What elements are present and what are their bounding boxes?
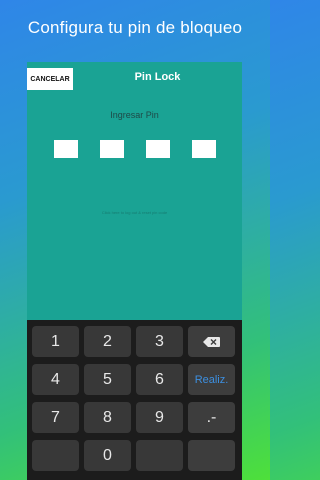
- key-blank-right[interactable]: [136, 440, 183, 471]
- reset-pin-link[interactable]: Click here to log out & reset pin code: [27, 210, 242, 215]
- top-bar: CANCELAR Pin Lock: [27, 62, 242, 92]
- pin-lock-screen: CANCELAR Pin Lock Ingresar Pin Click her…: [27, 62, 242, 480]
- pin-digit-box-4: [192, 140, 216, 158]
- pin-digit-box-2: [100, 140, 124, 158]
- key-9[interactable]: 9: [136, 402, 183, 433]
- pin-prompt: Ingresar Pin: [110, 110, 159, 120]
- cancel-button[interactable]: CANCELAR: [27, 68, 73, 90]
- pin-digit-box-1: [54, 140, 78, 158]
- pin-digit-box-3: [146, 140, 170, 158]
- promo-heading: Configura tu pin de bloqueo: [27, 18, 243, 37]
- key-2[interactable]: 2: [84, 326, 131, 357]
- done-button[interactable]: Realiz.: [188, 364, 235, 395]
- key-1[interactable]: 1: [32, 326, 79, 357]
- pin-entry-boxes: [54, 140, 217, 158]
- numeric-keypad: 1 2 3 4 5 6 Realiz. 7 8 9 .- 0: [27, 320, 242, 480]
- key-5[interactable]: 5: [84, 364, 131, 395]
- key-3[interactable]: 3: [136, 326, 183, 357]
- key-6[interactable]: 6: [136, 364, 183, 395]
- key-0[interactable]: 0: [84, 440, 131, 471]
- key-7[interactable]: 7: [32, 402, 79, 433]
- key-4[interactable]: 4: [32, 364, 79, 395]
- backspace-icon: [203, 336, 220, 347]
- key-dot-dash[interactable]: .-: [188, 402, 235, 433]
- backspace-button[interactable]: [188, 326, 235, 357]
- key-8[interactable]: 8: [84, 402, 131, 433]
- key-blank-left[interactable]: [32, 440, 79, 471]
- key-blank-action[interactable]: [188, 440, 235, 471]
- screen-title: Pin Lock: [134, 71, 181, 83]
